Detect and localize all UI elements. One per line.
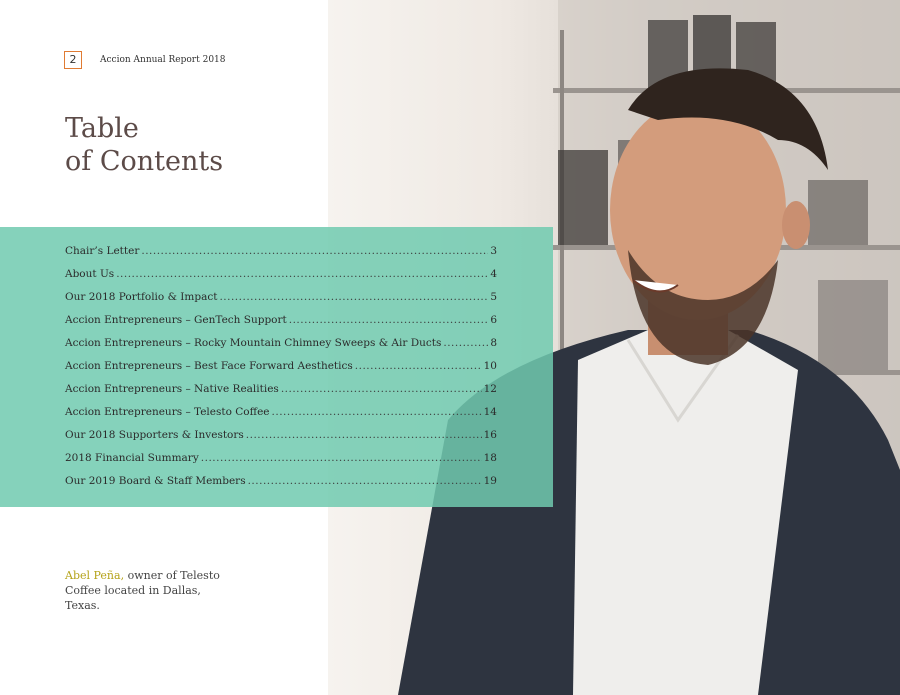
table-of-contents: Chair’s Letter 3 About Us 4 Our 2018 Portf… bbox=[65, 245, 497, 498]
toc-entry-page: 8 bbox=[490, 337, 497, 349]
toc-entry[interactable]: Accion Entrepreneurs – GenTech Support 6 bbox=[65, 314, 497, 337]
toc-leader-dots bbox=[219, 291, 488, 303]
toc-entry-label: Accion Entrepreneurs – Rocky Mountain Ch… bbox=[65, 337, 442, 349]
toc-entry-page: 18 bbox=[483, 452, 497, 464]
toc-leader-dots bbox=[281, 383, 482, 395]
page-title: Table of Contents bbox=[65, 112, 223, 178]
toc-entry[interactable]: Accion Entrepreneurs – Native Realities 1… bbox=[65, 383, 497, 406]
toc-entry-label: Chair’s Letter bbox=[65, 245, 140, 257]
toc-leader-dots bbox=[443, 337, 488, 349]
toc-leader-dots bbox=[141, 245, 488, 257]
toc-entry-page: 16 bbox=[483, 429, 497, 441]
photo-caption: Abel Peña, owner of Telesto Coffee locat… bbox=[65, 568, 225, 613]
page-number: 2 bbox=[64, 51, 82, 69]
toc-entry-page: 19 bbox=[483, 475, 497, 487]
toc-entry[interactable]: Our 2019 Board & Staff Members 19 bbox=[65, 475, 497, 498]
toc-entry[interactable]: Accion Entrepreneurs – Best Face Forward… bbox=[65, 360, 497, 383]
toc-entry-label: Our 2018 Portfolio & Impact bbox=[65, 291, 218, 303]
toc-entry-page: 14 bbox=[483, 406, 497, 418]
toc-leader-dots bbox=[246, 429, 482, 441]
toc-entry-label: Our 2018 Supporters & Investors bbox=[65, 429, 244, 441]
caption-name: Abel Peña, bbox=[65, 569, 125, 582]
toc-entry[interactable]: About Us 4 bbox=[65, 268, 497, 291]
toc-entry[interactable]: Chair’s Letter 3 bbox=[65, 245, 497, 268]
toc-leader-dots bbox=[272, 406, 482, 418]
toc-leader-dots bbox=[201, 452, 482, 464]
toc-entry-page: 5 bbox=[490, 291, 497, 303]
toc-entry-page: 10 bbox=[483, 360, 497, 372]
toc-entry-page: 6 bbox=[490, 314, 497, 326]
toc-entry[interactable]: Our 2018 Supporters & Investors 16 bbox=[65, 429, 497, 452]
running-head: Accion Annual Report 2018 bbox=[100, 55, 226, 65]
toc-leader-dots bbox=[116, 268, 488, 280]
toc-entry-label: Accion Entrepreneurs – GenTech Support bbox=[65, 314, 287, 326]
toc-entry-label: Accion Entrepreneurs – Telesto Coffee bbox=[65, 406, 270, 418]
toc-entry-page: 4 bbox=[490, 268, 497, 280]
toc-entry-label: 2018 Financial Summary bbox=[65, 452, 199, 464]
toc-entry[interactable]: Accion Entrepreneurs – Rocky Mountain Ch… bbox=[65, 337, 497, 360]
toc-leader-dots bbox=[248, 475, 482, 487]
toc-entry-label: About Us bbox=[65, 268, 115, 280]
toc-entry-label: Our 2019 Board & Staff Members bbox=[65, 475, 246, 487]
toc-leader-dots bbox=[355, 360, 482, 372]
title-line-1: Table bbox=[65, 113, 139, 144]
toc-entry-page: 3 bbox=[490, 245, 497, 257]
toc-entry-label: Accion Entrepreneurs – Native Realities bbox=[65, 383, 279, 395]
toc-entry-page: 12 bbox=[483, 383, 497, 395]
toc-entry[interactable]: Our 2018 Portfolio & Impact 5 bbox=[65, 291, 497, 314]
toc-entry[interactable]: 2018 Financial Summary 18 bbox=[65, 452, 497, 475]
toc-entry[interactable]: Accion Entrepreneurs – Telesto Coffee 14 bbox=[65, 406, 497, 429]
title-line-2: of Contents bbox=[65, 146, 224, 177]
toc-entry-label: Accion Entrepreneurs – Best Face Forward… bbox=[65, 360, 353, 372]
toc-leader-dots bbox=[289, 314, 489, 326]
